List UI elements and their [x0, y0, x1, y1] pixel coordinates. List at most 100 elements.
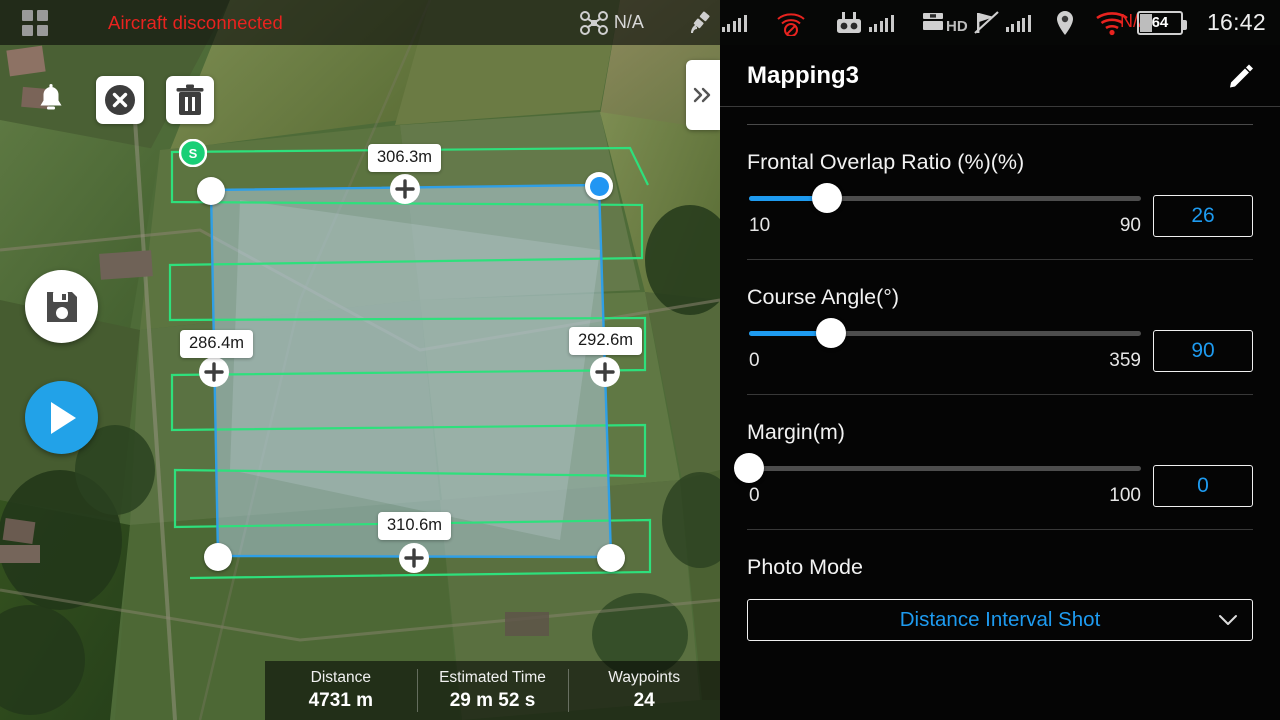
chevron-double-right-icon [693, 87, 711, 103]
save-icon [46, 291, 77, 322]
panel-header: Mapping3 [720, 45, 1280, 107]
no-signal-icon [777, 12, 805, 36]
margin-value-box[interactable]: 0 [1153, 465, 1253, 507]
battery-indicator: 64 [1136, 10, 1187, 35]
stat-distance: Distance 4731 m [265, 661, 417, 720]
frontal-overlap-range: 10 90 [747, 215, 1143, 237]
slider-thumb[interactable] [812, 183, 843, 213]
range-max: 359 [1109, 349, 1141, 371]
start-mission-button[interactable] [25, 381, 98, 454]
play-icon [50, 401, 76, 434]
frontal-overlap-value-box[interactable]: 26 [1153, 195, 1253, 237]
vertex-handle-top-left[interactable] [197, 177, 225, 205]
range-min: 0 [749, 349, 760, 371]
collapse-panel-button[interactable] [686, 60, 720, 130]
setting-row-margin[interactable]: 0 100 0 [734, 453, 1253, 507]
aircraft-status-message: Aircraft disconnected [108, 11, 283, 33]
panel-scroll-content[interactable]: Frontal Overlap Ratio (%)(%) 10 90 26 Co… [720, 124, 1280, 641]
start-marker[interactable]: S [179, 139, 207, 167]
start-marker-label: S [189, 146, 198, 161]
battery-fill [1139, 13, 1152, 32]
stat-estimated-time-value: 29 m 52 s [449, 690, 536, 711]
range-max: 90 [1119, 214, 1141, 236]
app-grid-icon[interactable] [22, 9, 48, 36]
clock: 16:42 [1206, 9, 1266, 35]
setting-label-frontal-overlap: Frontal Overlap Ratio (%)(%) [747, 150, 1025, 174]
drone-icon [579, 10, 608, 35]
chevron-down-icon [1219, 615, 1237, 625]
vertex-handle-top-right-selected[interactable] [585, 172, 613, 200]
location-pin-icon [1056, 10, 1073, 35]
distance-label-top: 306.3m [368, 144, 442, 172]
setting-row-course-angle[interactable]: 0 359 90 [747, 318, 1253, 372]
photo-mode-selected: Distance Interval Shot [899, 608, 1101, 631]
slider-track[interactable] [749, 318, 1141, 348]
panel-top-divider [747, 124, 1253, 125]
frontal-overlap-value: 26 [1191, 204, 1215, 227]
course-angle-value-box[interactable]: 90 [1153, 330, 1253, 372]
mission-stats-bar: Distance 4731 m Estimated Time 29 m 52 s… [265, 661, 720, 720]
stat-waypoints-label: Waypoints [608, 669, 681, 686]
slider-track[interactable] [749, 183, 1141, 213]
divider-1 [747, 259, 1253, 260]
add-vertex-left-icon[interactable] [199, 357, 229, 387]
controller-signal-bars [868, 14, 894, 32]
aircraft-status-group: N/A [579, 10, 644, 35]
setting-label-margin: Margin(m) [747, 420, 845, 444]
status-bar: Aircraft disconnected N/A HD N/A 64 16:4… [0, 0, 1280, 45]
controller-group [835, 11, 894, 35]
add-vertex-bottom-icon[interactable] [399, 543, 429, 573]
margin-range: 0 100 [747, 485, 1143, 507]
bell-icon[interactable] [36, 84, 66, 118]
battery-percent: 64 [1151, 14, 1169, 31]
hd-video-icon: HD [922, 12, 968, 35]
stat-waypoints: Waypoints 24 [568, 661, 720, 720]
signal-off-bars [1005, 14, 1031, 32]
save-button[interactable] [25, 270, 98, 343]
range-max: 100 [1109, 484, 1141, 506]
divider-3 [747, 529, 1253, 530]
vertex-handle-bottom-left[interactable] [204, 543, 232, 571]
stat-waypoints-value: 24 [633, 690, 655, 711]
panel-title: Mapping3 [747, 61, 859, 89]
add-vertex-right-icon[interactable] [590, 357, 620, 387]
satellite-icon [690, 11, 710, 33]
slider-thumb[interactable] [734, 453, 764, 483]
course-angle-range: 0 359 [747, 350, 1143, 372]
trash-icon [176, 84, 204, 115]
margin-slider[interactable]: 0 100 [734, 453, 1143, 507]
cancel-edit-button[interactable] [96, 76, 144, 124]
pencil-icon[interactable] [1228, 63, 1254, 89]
margin-value: 0 [1197, 474, 1209, 497]
delete-button[interactable] [166, 76, 214, 124]
add-vertex-top-icon[interactable] [390, 174, 420, 204]
signal-off-icon [974, 10, 999, 34]
stat-distance-label: Distance [310, 669, 371, 686]
satellite-group [690, 11, 747, 35]
slider-thumb[interactable] [816, 318, 847, 348]
svg-text:HD: HD [946, 18, 968, 35]
slider-track[interactable] [734, 453, 1141, 483]
signal-off-group [974, 10, 1031, 35]
setting-label-course-angle: Course Angle(°) [747, 285, 900, 309]
photo-mode-dropdown[interactable]: Distance Interval Shot [747, 599, 1253, 641]
frontal-overlap-slider[interactable]: 10 90 [747, 183, 1143, 237]
course-angle-slider[interactable]: 0 359 [747, 318, 1143, 372]
stat-estimated-time: Estimated Time 29 m 52 s [416, 661, 569, 720]
distance-label-bottom: 310.6m [378, 512, 452, 540]
course-angle-value: 90 [1191, 339, 1215, 362]
distance-label-left: 286.4m [180, 330, 254, 358]
setting-row-frontal-overlap[interactable]: 10 90 26 [747, 183, 1253, 237]
range-min: 0 [749, 484, 760, 506]
close-circle-icon [105, 85, 135, 115]
vertex-selected-dot [589, 176, 609, 196]
aircraft-status-value: N/A [613, 12, 644, 32]
vertex-handle-bottom-right[interactable] [597, 544, 625, 572]
range-min: 10 [749, 214, 771, 236]
distance-label-right: 292.6m [569, 327, 643, 355]
stat-estimated-time-label: Estimated Time [439, 669, 546, 686]
remote-controller-icon [836, 11, 861, 33]
divider-2 [747, 394, 1253, 395]
photo-mode-label: Photo Mode [747, 555, 863, 579]
stat-distance-value: 4731 m [308, 690, 374, 711]
